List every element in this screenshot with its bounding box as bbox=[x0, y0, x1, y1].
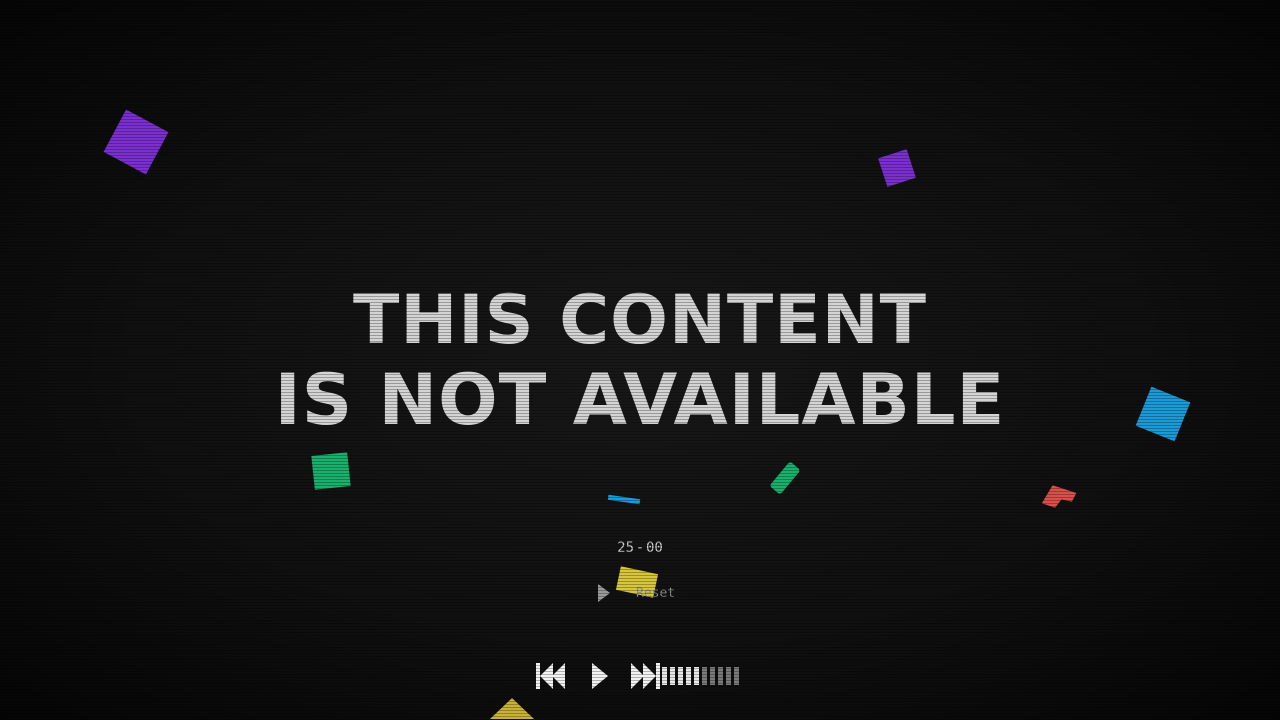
volume-bar[interactable] bbox=[718, 667, 723, 685]
volume-bar[interactable] bbox=[670, 667, 675, 685]
timer-separator: - bbox=[635, 540, 645, 556]
confetti-yellow-triangle bbox=[490, 698, 534, 719]
timer-seconds: 00 bbox=[646, 540, 663, 556]
confetti-red-piece bbox=[1037, 479, 1078, 512]
volume-bar[interactable] bbox=[726, 667, 731, 685]
reset-button[interactable]: Reset bbox=[636, 586, 675, 601]
volume-bar[interactable] bbox=[694, 667, 699, 685]
unavailable-message: THIS CONTENT IS NOT AVAILABLE bbox=[0, 281, 1280, 441]
volume-bar[interactable] bbox=[702, 667, 707, 685]
message-line-2: IS NOT AVAILABLE bbox=[274, 359, 1006, 441]
video-screen: THIS CONTENT IS NOT AVAILABLE 25-00 Rese… bbox=[0, 0, 1280, 720]
confetti-green-square bbox=[311, 452, 351, 490]
volume-bar[interactable] bbox=[710, 667, 715, 685]
volume-bar[interactable] bbox=[734, 667, 739, 685]
play-button[interactable] bbox=[590, 660, 610, 692]
countdown-timer: 25-00 bbox=[590, 540, 690, 556]
fast-forward-button[interactable] bbox=[630, 660, 660, 692]
timer-minutes: 25 bbox=[617, 540, 634, 556]
play-icon[interactable] bbox=[598, 584, 610, 602]
rewind-icon bbox=[536, 663, 565, 689]
volume-slider[interactable] bbox=[662, 660, 742, 692]
confetti-blue-strip bbox=[607, 494, 641, 505]
play-icon bbox=[592, 663, 608, 689]
volume-bar[interactable] bbox=[678, 667, 683, 685]
confetti-green-strip bbox=[769, 461, 801, 495]
volume-bar[interactable] bbox=[662, 667, 667, 685]
confetti-purple-square bbox=[103, 109, 169, 175]
message-line-1: THIS CONTENT bbox=[353, 281, 927, 360]
volume-bar[interactable] bbox=[686, 667, 691, 685]
fast-forward-icon bbox=[631, 663, 660, 689]
rewind-button[interactable] bbox=[534, 660, 566, 692]
reset-control: Reset bbox=[598, 584, 675, 602]
transport-controls bbox=[534, 660, 742, 692]
confetti-purple-small bbox=[878, 149, 916, 187]
